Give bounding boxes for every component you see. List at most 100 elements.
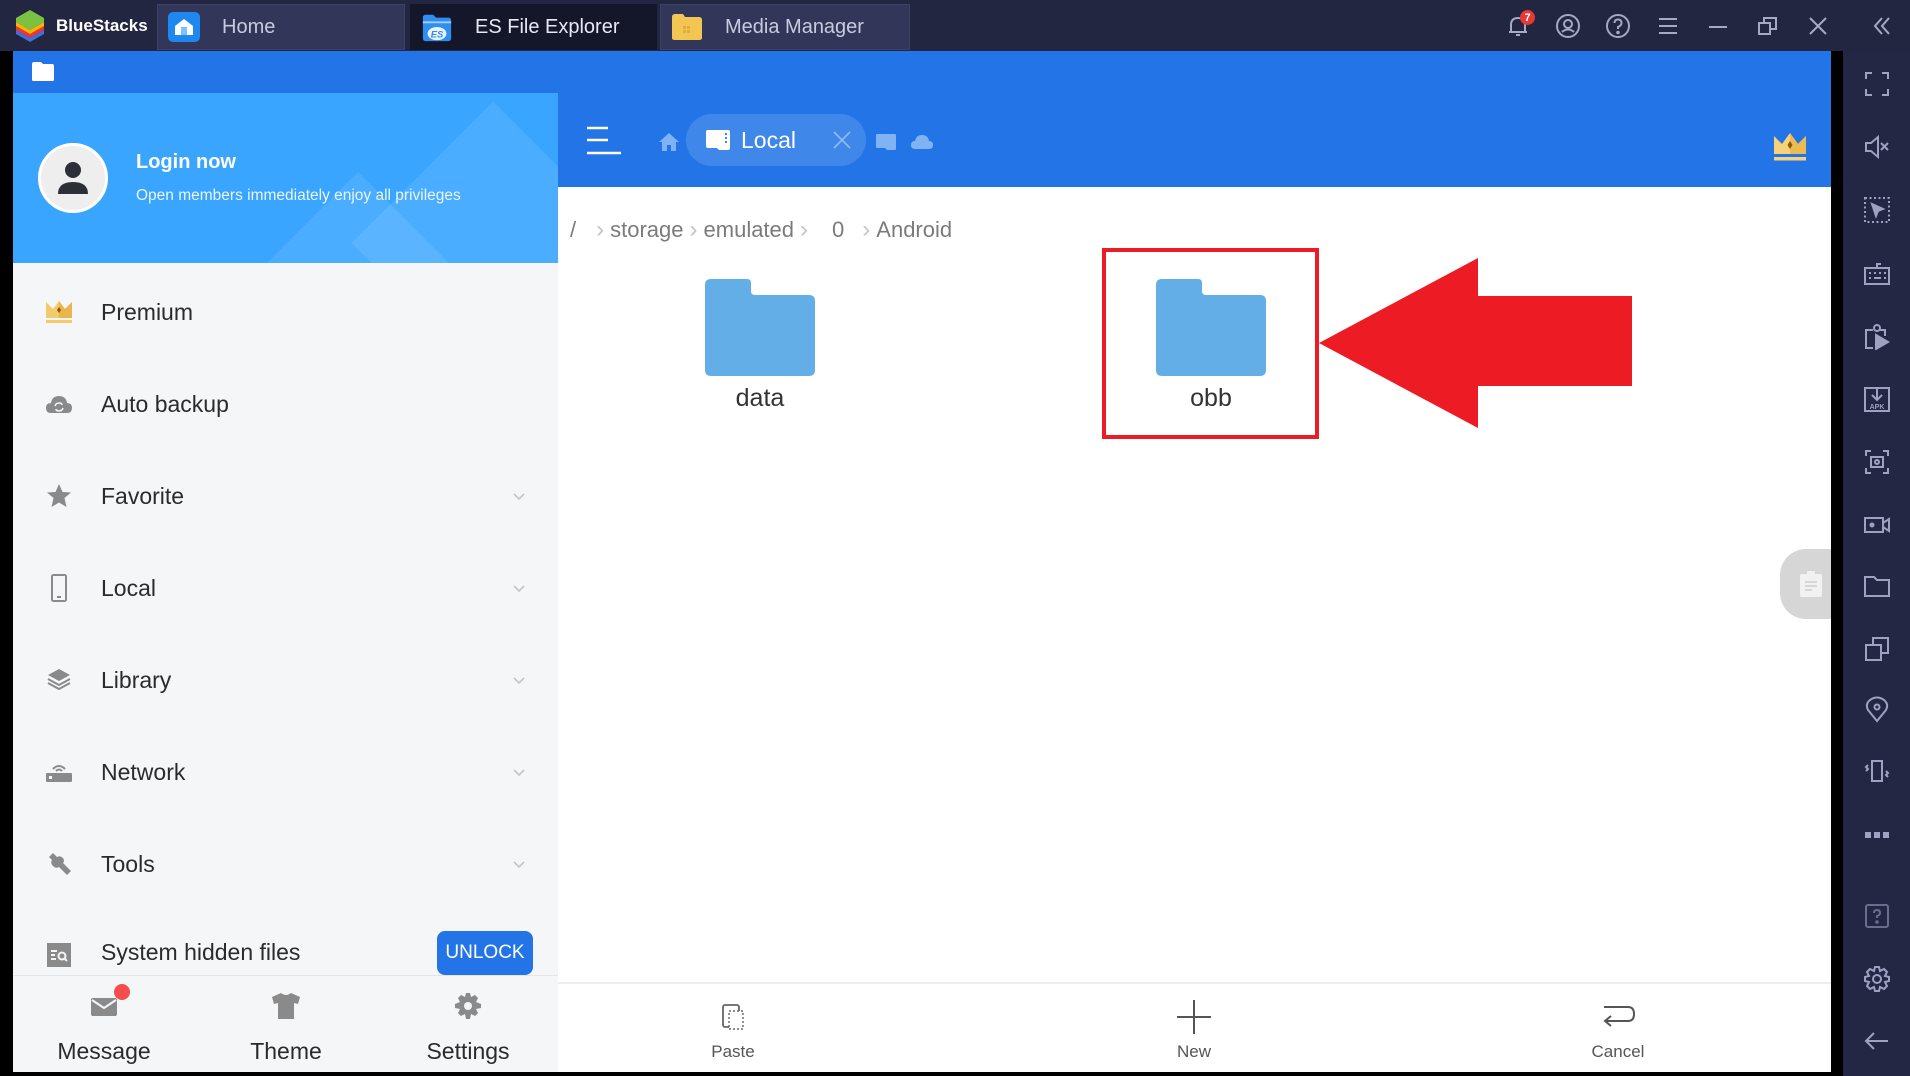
cancel-button[interactable]: Cancel [1518, 984, 1718, 1072]
gear-icon [1864, 966, 1890, 992]
tab-label: Media Manager [725, 15, 864, 38]
phone-icon [43, 572, 75, 604]
video-camera-icon [1864, 517, 1890, 533]
bluestacks-logo-icon [16, 10, 44, 42]
theme-button[interactable]: Theme [195, 976, 377, 1072]
router-icon [43, 756, 75, 788]
account-button[interactable] [1552, 10, 1584, 42]
new-button[interactable]: New [1094, 984, 1294, 1072]
storage-card-icon[interactable] [875, 133, 897, 151]
settings-button[interactable]: Settings [377, 976, 559, 1072]
menu-icon[interactable] [586, 126, 622, 156]
star-icon [43, 480, 75, 512]
message-button[interactable]: Message [13, 976, 195, 1072]
keyboard-controls-button[interactable] [1862, 258, 1892, 288]
login-subtitle: Open members immediately enjoy all privi… [136, 187, 461, 204]
media-manager-icon [671, 12, 703, 42]
sidebar-help-button[interactable] [1862, 901, 1892, 931]
footer-label: Theme [250, 1038, 322, 1064]
video-record-button[interactable] [1862, 510, 1892, 540]
chevron-down-icon [513, 677, 525, 685]
apk-install-icon: APK [1864, 387, 1890, 412]
plus-icon [1175, 998, 1213, 1036]
breadcrumb-storage[interactable]: storage [610, 217, 683, 243]
hidden-files-icon [43, 939, 75, 971]
minimize-button[interactable] [1702, 10, 1734, 42]
folder-icon [705, 279, 815, 376]
login-title[interactable]: Login now [136, 151, 236, 174]
breadcrumb-root[interactable]: / [570, 217, 576, 243]
drawer-item-library[interactable]: Library [13, 645, 558, 715]
sidebar-settings-button[interactable] [1862, 964, 1892, 994]
media-folder-button[interactable] [1862, 571, 1892, 601]
fullscreen-button[interactable] [1862, 69, 1892, 99]
close-icon [1809, 17, 1827, 35]
mute-button[interactable] [1862, 132, 1892, 162]
sd-card-icon [706, 130, 730, 150]
chevron-down-icon [513, 585, 525, 593]
home-icon[interactable] [658, 132, 680, 152]
screenshot-button[interactable] [1862, 447, 1892, 477]
avatar[interactable] [38, 143, 108, 213]
drawer-item-label: Local [101, 574, 156, 601]
breadcrumb-0[interactable]: 0 [832, 217, 844, 243]
install-apk-button[interactable]: APK [1862, 384, 1892, 414]
app-toolbar: Local [558, 93, 1831, 187]
collapse-sidebar-button[interactable] [1866, 10, 1898, 42]
drawer-item-label: Favorite [101, 482, 185, 509]
unread-dot [114, 984, 130, 1000]
paste-button[interactable]: Paste [633, 984, 833, 1072]
clipboard-tab[interactable] [1780, 549, 1831, 619]
media-recorder-button[interactable] [1862, 321, 1892, 351]
notifications-button[interactable]: 7 [1502, 10, 1535, 42]
drawer-item-label: Network [101, 758, 186, 785]
return-icon [1599, 998, 1637, 1036]
es-app-status-icon [32, 62, 54, 81]
folder-item-data[interactable]: data [665, 279, 855, 413]
drawer-item-premium[interactable]: Premium [13, 277, 558, 347]
macro-pointer-button[interactable] [1862, 195, 1892, 225]
breadcrumb-emulated[interactable]: emulated [704, 217, 795, 243]
premium-crown-icon[interactable] [1772, 130, 1808, 162]
shake-button[interactable] [1862, 756, 1892, 786]
keyboard-icon [1864, 263, 1890, 285]
breadcrumb-android[interactable]: Android [876, 217, 952, 243]
back-button[interactable] [1862, 1026, 1892, 1056]
menu-button[interactable] [1652, 10, 1684, 42]
drawer-item-label: Auto backup [101, 390, 229, 417]
media-play-icon [1865, 324, 1890, 350]
breadcrumb-separator-icon: › [862, 216, 871, 243]
location-tab-local[interactable]: Local [686, 114, 866, 166]
drawer-footer: Message Theme Settings [13, 975, 558, 1072]
gear-icon [448, 988, 488, 1024]
unlock-button[interactable]: UNLOCK [437, 931, 533, 975]
fullscreen-icon [1865, 72, 1889, 96]
restore-button[interactable] [1752, 10, 1784, 42]
drawer-item-auto-backup[interactable]: Auto backup [13, 369, 558, 439]
location-button[interactable] [1862, 694, 1892, 724]
volume-mute-icon [1865, 134, 1889, 160]
help-button[interactable] [1602, 10, 1634, 42]
tab-home[interactable]: Home [157, 4, 405, 50]
drawer-item-local[interactable]: Local [13, 553, 558, 623]
chevron-down-icon [513, 493, 525, 501]
drawer-item-system-hidden-files[interactable]: System hidden files UNLOCK [13, 925, 558, 975]
es-file-explorer-app: Login now Open members immediately enjoy… [13, 51, 1831, 1072]
drawer-item-tools[interactable]: Tools [13, 829, 558, 899]
more-button[interactable] [1862, 820, 1892, 850]
close-button[interactable] [1802, 10, 1834, 42]
footer-label: Message [57, 1038, 151, 1064]
tab-es-file-explorer[interactable]: ES ES File Explorer [410, 4, 657, 50]
login-header[interactable]: Login now Open members immediately enjoy… [13, 93, 558, 263]
drawer-item-label: Library [101, 666, 172, 693]
cloud-icon[interactable] [910, 134, 934, 150]
tab-media-manager[interactable]: Media Manager [660, 4, 910, 50]
drawer-item-favorite[interactable]: Favorite [13, 461, 558, 531]
pointer-select-icon [1864, 197, 1890, 223]
svg-text:APK: APK [1870, 404, 1885, 411]
multi-instance-button[interactable] [1862, 634, 1892, 664]
close-tab-icon[interactable] [832, 130, 852, 150]
double-chevron-left-icon [1873, 17, 1890, 35]
breadcrumb-separator-icon: › [800, 216, 809, 243]
drawer-item-network[interactable]: Network [13, 737, 558, 807]
